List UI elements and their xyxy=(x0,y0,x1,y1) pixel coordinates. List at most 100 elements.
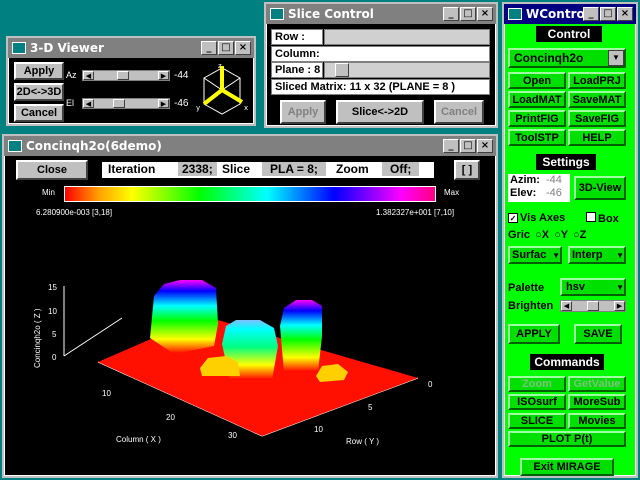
minimize-icon[interactable]: _ xyxy=(443,7,459,21)
row-slider[interactable] xyxy=(324,29,490,45)
save-settings-button[interactable]: SAVE xyxy=(574,324,622,344)
slider-thumb[interactable] xyxy=(113,99,125,108)
iteration-value: 2338; xyxy=(178,162,217,176)
el-value: -46 xyxy=(174,98,189,109)
column-label: Column: xyxy=(275,48,320,60)
y-tick-label: 5 xyxy=(368,403,373,412)
arrow-right-icon[interactable]: ▶ xyxy=(614,301,625,311)
slice-button[interactable]: SLICE xyxy=(508,413,566,429)
interp-select[interactable]: Interp ▼ xyxy=(568,246,626,264)
slider-thumb[interactable] xyxy=(587,301,599,311)
exit-mirage-button[interactable]: Exit MIRAGE xyxy=(520,458,614,476)
palette-select[interactable]: hsv ▼ xyxy=(560,278,626,296)
checkbox-icon[interactable] xyxy=(586,212,596,222)
slider-thumb[interactable] xyxy=(117,71,129,80)
toolstp-button[interactable]: ToolSTP xyxy=(508,129,566,146)
maximize-icon[interactable]: □ xyxy=(600,7,616,21)
movies-button[interactable]: Movies xyxy=(568,413,626,429)
close-icon[interactable]: × xyxy=(477,7,493,21)
slice-titlebar[interactable]: Slice Control _ □ × xyxy=(266,4,496,24)
wcontrol-titlebar[interactable]: WControl _ □ × xyxy=(504,4,636,24)
x-axis-label: Column ( X ) xyxy=(116,435,161,444)
minimize-icon[interactable]: _ xyxy=(443,139,459,153)
column-field[interactable]: Column: xyxy=(271,46,490,62)
close-icon[interactable]: × xyxy=(617,7,633,21)
surface-value: Surfac xyxy=(512,249,547,261)
plot-pt-button[interactable]: PLOT P(t) xyxy=(508,431,626,447)
azim-value: -44 xyxy=(546,174,562,186)
maximize-icon[interactable]: □ xyxy=(460,7,476,21)
arrow-right-icon[interactable]: ▶ xyxy=(158,71,169,80)
open-button[interactable]: Open xyxy=(508,72,566,89)
colormap-bar xyxy=(64,186,436,202)
az-slider[interactable]: ◀ ▶ xyxy=(82,70,170,81)
commands-header: Commands xyxy=(530,354,604,370)
az-value: -44 xyxy=(174,70,189,81)
savefig-button[interactable]: SaveFIG xyxy=(568,110,626,127)
fullscreen-button[interactable]: [ ] xyxy=(454,160,480,180)
status-bar: Iteration 2338; Slice PLA = 8; Zoom Off; xyxy=(102,162,434,178)
grid-y-label: Y xyxy=(560,229,568,241)
surface-plot: 15 10 5 0 10 20 30 0 5 10 Column ( X ) R… xyxy=(33,280,433,446)
dropdown-arrow-icon[interactable]: ▼ xyxy=(552,251,560,260)
plane-field[interactable]: Plane : 8 xyxy=(271,62,323,78)
arrow-right-icon[interactable]: ▶ xyxy=(158,99,169,108)
slice-value: PLA = 8; xyxy=(262,162,326,176)
apply-button[interactable]: Apply xyxy=(14,62,64,80)
dropdown-arrow-icon[interactable]: ▼ xyxy=(608,50,624,66)
savemat-button[interactable]: SaveMAT xyxy=(568,91,626,108)
minimize-icon[interactable]: _ xyxy=(583,7,599,21)
arrow-left-icon[interactable]: ◀ xyxy=(83,99,94,108)
app-icon xyxy=(508,8,522,20)
row-field[interactable]: Row : xyxy=(271,29,323,45)
close-icon[interactable]: × xyxy=(477,139,493,153)
z-axis-label: Concinqh2o ( Z ) xyxy=(33,308,42,368)
arrow-left-icon[interactable]: ◀ xyxy=(561,301,572,311)
help-button[interactable]: HELP xyxy=(568,129,626,146)
wcontrol-title: WControl xyxy=(526,7,589,21)
brighten-slider[interactable]: ◀ ▶ xyxy=(560,300,626,312)
settings-header: Settings xyxy=(536,154,596,170)
printfig-button[interactable]: PrintFIG xyxy=(508,110,566,127)
checkbox-checked-icon[interactable]: ✓ xyxy=(508,213,518,223)
grid-x-label: X xyxy=(541,229,550,241)
palette-value: hsv xyxy=(566,281,585,293)
surface-select[interactable]: Surfac ▼ xyxy=(508,246,562,264)
zoom-button[interactable]: Zoom xyxy=(508,376,566,392)
getvalue-button[interactable]: GetValue xyxy=(568,376,626,392)
el-label: El xyxy=(66,98,75,108)
cancel-button[interactable]: Cancel xyxy=(434,100,484,124)
close-button[interactable]: Close xyxy=(16,160,88,180)
apply-settings-button[interactable]: APPLY xyxy=(508,324,560,344)
loadprj-button[interactable]: LoadPRJ xyxy=(568,72,626,89)
slice-2d-toggle-button[interactable]: Slice<->2D xyxy=(336,100,424,124)
minimize-icon[interactable]: _ xyxy=(201,41,217,55)
moresub-button[interactable]: MoreSub xyxy=(568,394,626,410)
plane-slider[interactable] xyxy=(324,62,490,78)
cancel-button[interactable]: Cancel xyxy=(14,104,64,122)
el-slider[interactable]: ◀ ▶ xyxy=(82,98,170,109)
apply-button[interactable]: Apply xyxy=(280,100,326,124)
plot-titlebar[interactable]: Concinqh2o(6demo) _ □ × xyxy=(4,136,496,156)
arrow-left-icon[interactable]: ◀ xyxy=(83,71,94,80)
azim-label: Azim: xyxy=(510,174,540,186)
grid-z-radio[interactable]: ○Z xyxy=(573,229,586,241)
grid-x-radio[interactable]: ○X xyxy=(535,229,549,241)
3d-view-button[interactable]: 3D-View xyxy=(574,176,626,200)
dataset-select[interactable]: Concinqh2o ▼ xyxy=(508,48,626,68)
loadmat-button[interactable]: LoadMAT xyxy=(508,91,566,108)
dropdown-arrow-icon[interactable]: ▼ xyxy=(616,283,624,292)
2d-3d-toggle-button[interactable]: 2D<->3D xyxy=(14,83,64,101)
y-tick-label: 10 xyxy=(314,425,323,434)
x-tick-label: 30 xyxy=(228,431,237,440)
view-orientation-cube-icon: z y x xyxy=(196,62,248,115)
viewer-titlebar[interactable]: 3-D Viewer _ □ × xyxy=(8,38,254,58)
grid-y-radio[interactable]: ○Y xyxy=(554,229,568,241)
box-checkbox[interactable]: Box xyxy=(586,212,619,225)
close-icon[interactable]: × xyxy=(235,41,251,55)
dropdown-arrow-icon[interactable]: ▼ xyxy=(616,251,624,260)
vis-axes-checkbox[interactable]: ✓ Vis Axes xyxy=(508,212,565,224)
maximize-icon[interactable]: □ xyxy=(460,139,476,153)
maximize-icon[interactable]: □ xyxy=(218,41,234,55)
isosurf-button[interactable]: ISOsurf xyxy=(508,394,566,410)
